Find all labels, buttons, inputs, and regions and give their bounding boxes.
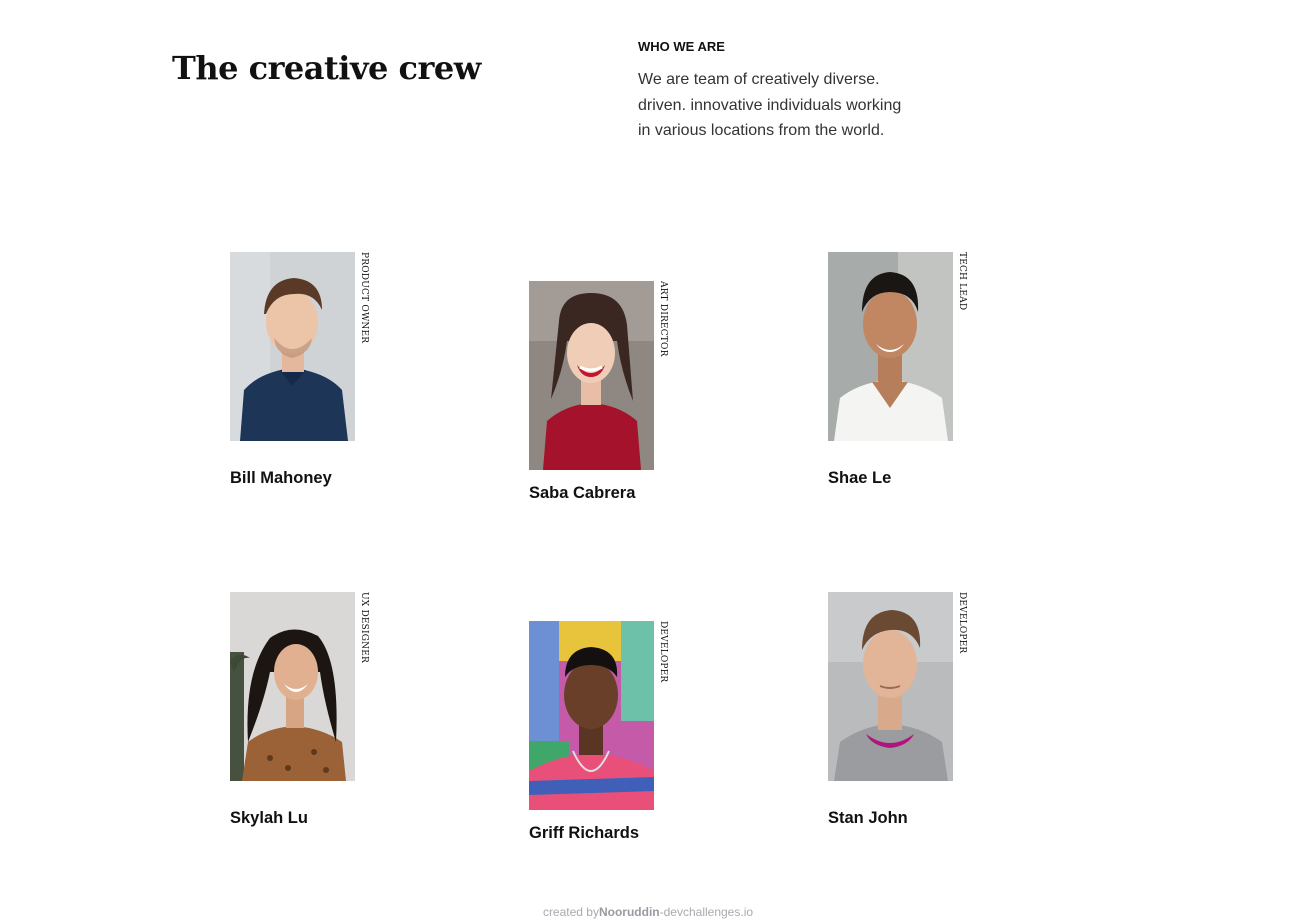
footer-credit: created byNooruddin-devchallenges.io [0,903,1296,921]
member-name: Saba Cabrera [529,484,636,502]
member-role: UX DESIGNER [359,592,369,663]
member-photo-wrap: ART DIRECTOR [529,281,668,470]
member-role: ART DIRECTOR [658,281,668,357]
intro-paragraph: We are team of creatively diverse. drive… [638,67,928,144]
member-name: Stan John [828,809,908,827]
member-name: Bill Mahoney [230,469,332,487]
member-name: Griff Richards [529,824,640,842]
member-role: PRODUCT OWNER [359,252,369,344]
intro-line: We are team of creatively diverse. [638,71,880,88]
footer-suffix: -devchallenges.io [659,905,754,919]
team-member-card: ART DIRECTOR Saba Cabrera [529,281,689,521]
member-photo-wrap: TECH LEAD [828,252,967,441]
footer-author-link[interactable]: Nooruddin [599,905,660,919]
member-name: Skylah Lu [230,809,308,827]
team-member-card: DEVELOPER Griff Richards [529,621,689,861]
member-role: TECH LEAD [957,252,967,311]
team-member-card: UX DESIGNER Skylah Lu [230,592,390,832]
team-member-card: PRODUCT OWNER Bill Mahoney [230,252,390,492]
member-photo [230,592,355,781]
team-member-card: TECH LEAD Shae Le [828,252,988,492]
member-photo-wrap: PRODUCT OWNER [230,252,369,441]
member-name: Shae Le [828,469,892,487]
page-title: The creative crew [172,49,481,87]
intro-line: in various locations from the world. [638,122,885,139]
intro-line: driven. innovative individuals working [638,96,902,114]
footer-prefix: created by [542,905,599,919]
section-eyebrow: WHO WE ARE [638,39,725,54]
member-role: DEVELOPER [957,592,967,654]
member-photo [529,281,654,470]
member-photo-wrap: UX DESIGNER [230,592,369,781]
member-photo-wrap: DEVELOPER [529,621,668,810]
member-photo [828,592,953,781]
team-member-card: DEVELOPER Stan John [828,592,988,832]
member-role: DEVELOPER [658,621,668,683]
member-photo [828,252,953,441]
member-photo-wrap: DEVELOPER [828,592,967,781]
member-photo [230,252,355,441]
member-photo [529,621,654,810]
